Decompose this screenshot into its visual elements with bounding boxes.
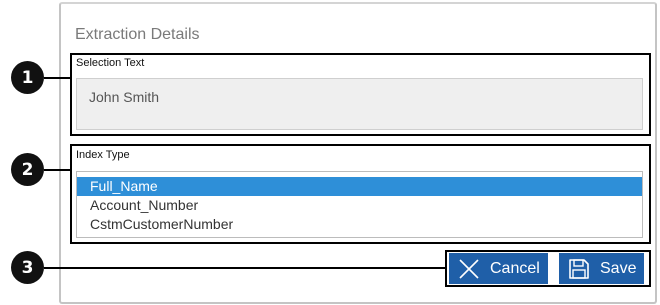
- cancel-button[interactable]: Cancel: [449, 253, 548, 284]
- index-type-option-account-number[interactable]: Account_Number: [77, 196, 642, 215]
- callout-leader-1: [44, 77, 71, 79]
- callout-badge-3: 3: [11, 251, 44, 284]
- callout-badge-2: 2: [11, 153, 44, 186]
- screenshot-stage: Extraction Details Selection Text John S…: [0, 0, 660, 305]
- index-type-label: Index Type: [76, 149, 130, 161]
- index-type-option-cstm-customer-number[interactable]: CstmCustomerNumber: [77, 215, 642, 234]
- save-button[interactable]: Save: [559, 253, 644, 284]
- index-type-option-full-name[interactable]: Full_Name: [77, 177, 642, 196]
- floppy-disk-icon: [568, 258, 590, 280]
- close-x-icon: [458, 258, 480, 280]
- selection-text-field[interactable]: John Smith: [76, 78, 643, 130]
- selection-text-label: Selection Text: [76, 57, 145, 69]
- index-type-listbox[interactable]: Full_Name Account_Number CstmCustomerNum…: [76, 171, 643, 238]
- callout-leader-3: [44, 267, 446, 269]
- save-button-label: Save: [600, 259, 637, 277]
- cancel-button-label: Cancel: [490, 259, 540, 277]
- dialog-title: Extraction Details: [75, 26, 200, 43]
- callout-leader-2: [44, 169, 71, 171]
- callout-badge-1: 1: [11, 61, 44, 94]
